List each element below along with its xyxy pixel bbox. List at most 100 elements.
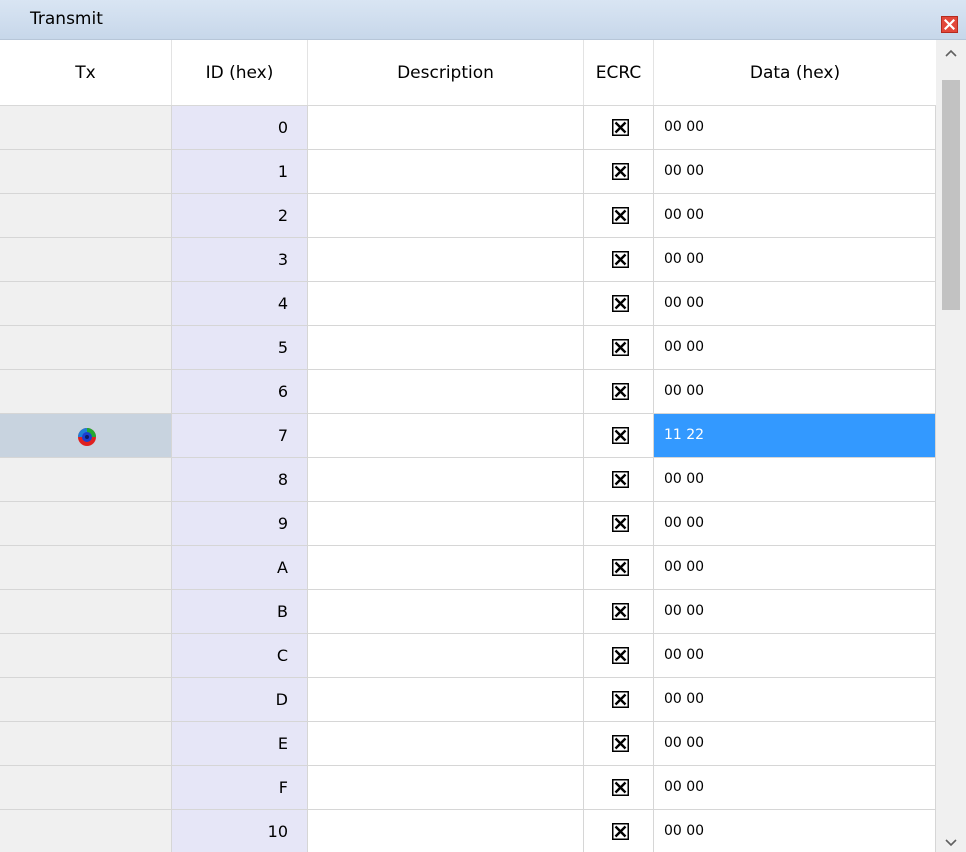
description-cell[interactable] [308,634,584,677]
tx-cell[interactable] [0,194,172,237]
description-cell[interactable] [308,766,584,809]
description-cell[interactable] [308,502,584,545]
tx-cell[interactable] [0,502,172,545]
data-cell[interactable]: 00 00 [654,282,936,325]
table-row[interactable]: 6 00 00 [0,370,936,414]
ecrc-checkbox[interactable] [612,207,629,224]
column-header-tx[interactable]: Tx [0,40,172,105]
table-row[interactable]: A 00 00 [0,546,936,590]
table-row[interactable]: 0 00 00 [0,106,936,150]
data-cell[interactable]: 00 00 [654,766,936,809]
table-row[interactable]: E 00 00 [0,722,936,766]
table-row[interactable]: 1 00 00 [0,150,936,194]
column-header-id[interactable]: ID (hex) [172,40,308,105]
id-cell[interactable]: 2 [172,194,308,237]
tx-cell[interactable] [0,678,172,721]
table-row[interactable]: D 00 00 [0,678,936,722]
description-cell[interactable] [308,722,584,765]
ecrc-checkbox[interactable] [612,163,629,180]
tx-cell[interactable] [0,458,172,501]
id-cell[interactable]: 1 [172,150,308,193]
data-cell[interactable]: 00 00 [654,370,936,413]
ecrc-checkbox[interactable] [612,471,629,488]
table-row[interactable]: F 00 00 [0,766,936,810]
id-cell[interactable]: A [172,546,308,589]
tx-cell[interactable] [0,634,172,677]
table-row[interactable]: 9 00 00 [0,502,936,546]
ecrc-checkbox[interactable] [612,515,629,532]
close-icon[interactable] [941,16,958,33]
tx-cell[interactable] [0,238,172,281]
data-cell[interactable]: 00 00 [654,678,936,721]
id-cell[interactable]: 4 [172,282,308,325]
data-cell[interactable]: 00 00 [654,810,936,852]
id-cell[interactable]: C [172,634,308,677]
id-cell[interactable]: F [172,766,308,809]
data-cell[interactable]: 00 00 [654,590,936,633]
ecrc-checkbox[interactable] [612,779,629,796]
description-cell[interactable] [308,150,584,193]
table-row[interactable]: 7 11 22 [0,414,936,458]
data-cell[interactable]: 00 00 [654,458,936,501]
table-row[interactable]: C 00 00 [0,634,936,678]
data-cell[interactable]: 00 00 [654,238,936,281]
ecrc-checkbox[interactable] [612,559,629,576]
data-cell[interactable]: 11 22 [654,414,936,457]
table-row[interactable]: 4 00 00 [0,282,936,326]
id-cell[interactable]: 10 [172,810,308,852]
table-row[interactable]: 10 00 00 [0,810,936,852]
data-cell[interactable]: 00 00 [654,502,936,545]
table-row[interactable]: 3 00 00 [0,238,936,282]
description-cell[interactable] [308,414,584,457]
scrollbar-thumb[interactable] [942,80,960,310]
id-cell[interactable]: 0 [172,106,308,149]
description-cell[interactable] [308,370,584,413]
tx-cell[interactable] [0,546,172,589]
tx-cell[interactable] [0,282,172,325]
ecrc-checkbox[interactable] [612,823,629,840]
description-cell[interactable] [308,282,584,325]
description-cell[interactable] [308,678,584,721]
tx-cell[interactable] [0,722,172,765]
tx-cell[interactable] [0,810,172,852]
vertical-scrollbar[interactable] [936,40,966,852]
data-cell[interactable]: 00 00 [654,150,936,193]
ecrc-checkbox[interactable] [612,295,629,312]
id-cell[interactable]: 3 [172,238,308,281]
tx-cell[interactable] [0,590,172,633]
description-cell[interactable] [308,326,584,369]
data-cell[interactable]: 00 00 [654,326,936,369]
column-header-description[interactable]: Description [308,40,584,105]
column-header-ecrc[interactable]: ECRC [584,40,654,105]
tx-cell[interactable] [0,766,172,809]
id-cell[interactable]: E [172,722,308,765]
data-cell[interactable]: 00 00 [654,722,936,765]
description-cell[interactable] [308,458,584,501]
table-row[interactable]: 2 00 00 [0,194,936,238]
id-cell[interactable]: 6 [172,370,308,413]
tx-cell[interactable] [0,326,172,369]
column-header-data[interactable]: Data (hex) [654,40,936,105]
data-cell[interactable]: 00 00 [654,634,936,677]
id-cell[interactable]: D [172,678,308,721]
description-cell[interactable] [308,810,584,852]
description-cell[interactable] [308,590,584,633]
ecrc-checkbox[interactable] [612,339,629,356]
id-cell[interactable]: 9 [172,502,308,545]
data-cell[interactable]: 00 00 [654,106,936,149]
ecrc-checkbox[interactable] [612,647,629,664]
ecrc-checkbox[interactable] [612,603,629,620]
data-cell[interactable]: 00 00 [654,194,936,237]
ecrc-checkbox[interactable] [612,735,629,752]
table-row[interactable]: 8 00 00 [0,458,936,502]
description-cell[interactable] [308,106,584,149]
description-cell[interactable] [308,546,584,589]
description-cell[interactable] [308,238,584,281]
ecrc-checkbox[interactable] [612,427,629,444]
id-cell[interactable]: 8 [172,458,308,501]
scroll-down-arrow-icon[interactable] [936,838,966,852]
id-cell[interactable]: 5 [172,326,308,369]
tx-cell[interactable] [0,414,172,457]
ecrc-checkbox[interactable] [612,383,629,400]
ecrc-checkbox[interactable] [612,691,629,708]
